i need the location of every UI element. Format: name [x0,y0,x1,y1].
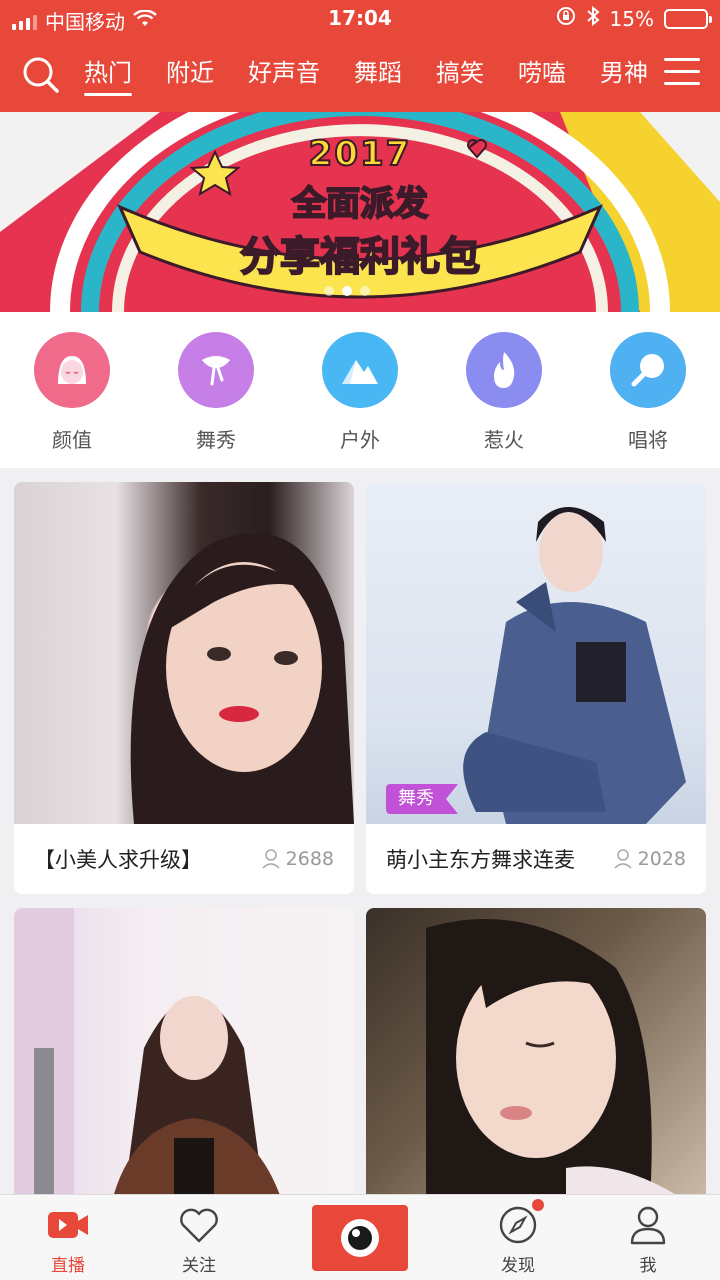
start-live-button[interactable] [312,1205,408,1271]
user-icon [262,849,280,869]
tab-live[interactable]: 直播 [18,1203,118,1276]
stream-title: 萌小主东方舞求连麦 [386,848,575,872]
category-label: 舞秀 [196,428,236,452]
top-bar: 中国移动 17:04 15% 热门 附近 好声音 舞蹈 搞笑 唠嗑 男神 [0,0,720,112]
stream-thumbnail [14,482,354,824]
status-bar: 中国移动 17:04 15% [0,0,720,38]
tab-follow[interactable]: 关注 [149,1203,249,1276]
live-video-icon [46,1203,90,1247]
nav-tabs: 热门 附近 好声音 舞蹈 搞笑 唠嗑 男神 [84,44,682,104]
category-label: 唱将 [628,428,668,452]
viewer-count-value: 2028 [637,848,686,870]
tab-good-voice[interactable]: 好声音 [248,44,320,104]
tab-label: 关注 [182,1256,216,1276]
tab-label: 我 [639,1256,657,1276]
category-tag: 舞秀 [386,784,458,814]
bottom-tab-bar: 直播 关注 发现 我 [0,1194,720,1280]
tab-hot[interactable]: 热门 [84,44,132,104]
category-singer[interactable]: 唱将 [576,312,720,468]
tab-label: 发现 [501,1256,535,1276]
banner-subheadline: 分享福利礼包 [239,233,481,281]
category-nav: 热门 附近 好声音 舞蹈 搞笑 唠嗑 男神 [0,44,720,104]
stream-title: 【小美人求升级】 [34,848,202,872]
lock-rotation-icon [556,6,576,31]
tab-chat[interactable]: 唠嗑 [518,44,566,104]
compass-icon [496,1199,544,1247]
category-outdoor[interactable]: 户外 [288,312,432,468]
camera-eye-icon [341,1219,379,1257]
tab-discover[interactable]: 发现 [468,1199,568,1276]
viewer-count: 2688 [262,848,334,870]
bluetooth-icon [586,5,600,31]
live-card[interactable] [366,908,706,1194]
user-icon [626,1203,670,1247]
battery-icon [664,8,712,29]
battery-percent: 15% [609,6,654,31]
microphone-icon [610,332,686,408]
dance-icon [178,332,254,408]
banner-headline: 全面派发 [291,183,429,225]
face-icon [34,332,110,408]
banner-pager [324,286,370,296]
live-feed: 【小美人求升级】 2688 舞秀 萌小主东方舞求连麦 2028 [0,468,720,1194]
tab-me[interactable]: 我 [598,1203,698,1276]
category-looks[interactable]: 颜值 [0,312,144,468]
user-icon [614,849,632,869]
tab-dance[interactable]: 舞蹈 [354,44,402,104]
search-icon[interactable] [22,56,60,94]
category-label: 户外 [340,428,380,452]
flame-icon [466,332,542,408]
category-label: 颜值 [52,428,92,452]
viewer-count: 2028 [614,848,686,870]
category-dance[interactable]: 舞秀 [144,312,288,468]
tab-label: 直播 [51,1256,85,1276]
promo-banner[interactable]: 2017 全面派发 分享福利礼包 [0,112,720,312]
live-card[interactable]: 【小美人求升级】 2688 [14,482,354,894]
stream-thumbnail: 舞秀 [366,482,706,824]
mountain-icon [322,332,398,408]
tab-funny[interactable]: 搞笑 [436,44,484,104]
live-card[interactable] [14,908,354,1194]
viewer-count-value: 2688 [285,848,334,870]
stream-thumbnail [14,908,354,1194]
live-card[interactable]: 舞秀 萌小主东方舞求连麦 2028 [366,482,706,894]
category-hot[interactable]: 惹火 [432,312,576,468]
tab-nearby[interactable]: 附近 [166,44,214,104]
category-label: 惹火 [484,428,524,452]
tab-male-god[interactable]: 男神 [600,44,648,104]
heart-icon [177,1203,221,1247]
banner-year: 2017 [308,133,412,175]
category-grid: 颜值 舞秀 户外 惹火 唱将 [0,312,720,468]
stream-thumbnail [366,908,706,1194]
notification-dot [532,1199,544,1211]
menu-icon[interactable] [664,58,700,88]
